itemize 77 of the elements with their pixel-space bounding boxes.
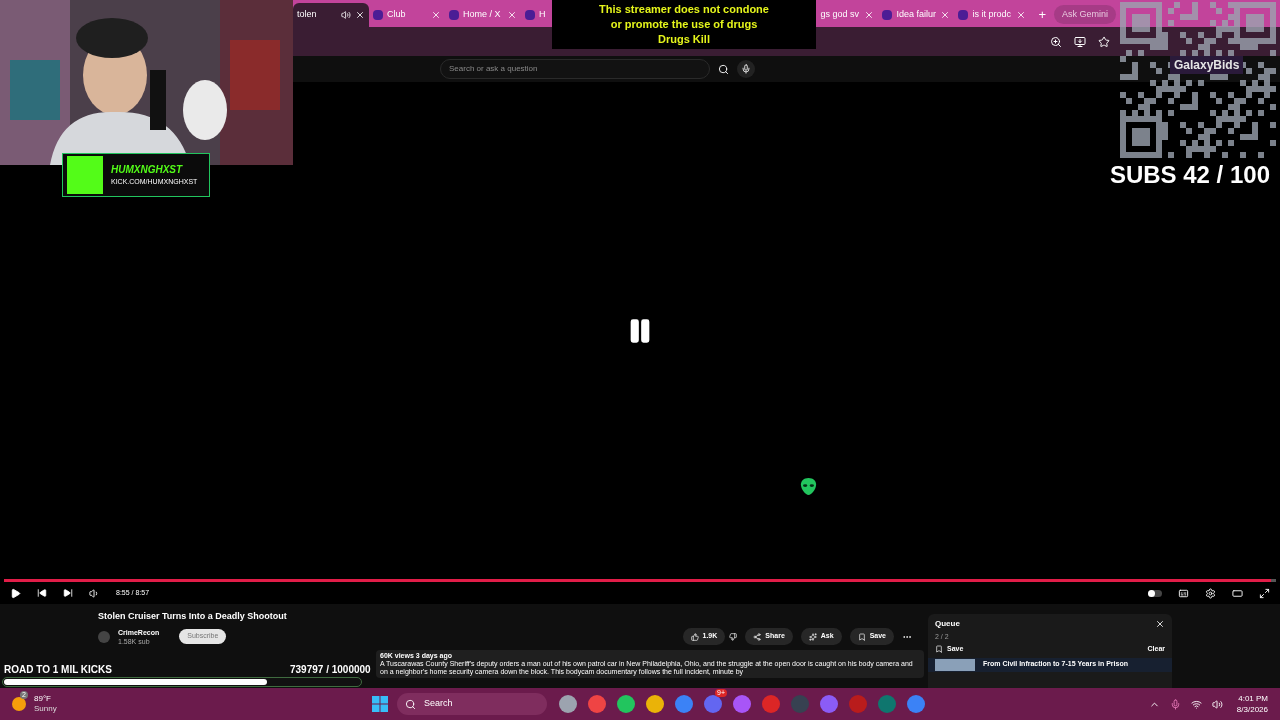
- alien-icon: [799, 477, 818, 496]
- sparkle-icon: [808, 632, 817, 641]
- goal-count: 739797 / 1000000: [290, 663, 371, 677]
- app-icon[interactable]: [646, 695, 664, 713]
- microphone-button[interactable]: [737, 60, 755, 78]
- tab-title: Club: [387, 8, 407, 22]
- close-icon[interactable]: [355, 10, 365, 20]
- theater-icon[interactable]: [1232, 587, 1243, 599]
- settings-icon[interactable]: [1205, 587, 1216, 599]
- fullscreen-icon[interactable]: [1259, 587, 1270, 599]
- search-field[interactable]: Search or ask a question: [440, 59, 710, 79]
- tab-title: Idea failur: [896, 8, 937, 22]
- browser-tab[interactable]: Idea failur: [878, 3, 955, 27]
- app-icon[interactable]: [617, 695, 635, 713]
- play-icon[interactable]: [10, 587, 21, 599]
- browser-tab[interactable]: Home / X: [445, 3, 521, 27]
- app-icon[interactable]: [675, 695, 693, 713]
- tab-title: is it prodc: [972, 8, 1012, 22]
- browser-tab[interactable]: tolen: [293, 3, 369, 27]
- site-icon: [882, 10, 893, 20]
- banner-line: or promote the use of drugs: [610, 17, 758, 32]
- site-icon: [525, 10, 535, 20]
- wifi-icon[interactable]: [1190, 698, 1202, 710]
- app-icon[interactable]: [704, 695, 722, 713]
- site-icon: [449, 10, 459, 20]
- queue-title: Queue: [935, 618, 960, 630]
- search-icon[interactable]: [718, 63, 729, 75]
- share-icon: [753, 632, 762, 641]
- previous-icon[interactable]: [37, 588, 47, 598]
- temperature: 89°F: [34, 694, 52, 704]
- browser-tab[interactable]: H: [521, 3, 550, 27]
- autoplay-toggle[interactable]: [1148, 589, 1162, 597]
- zoom-icon[interactable]: [1050, 35, 1062, 48]
- banner-line: Drugs Kill: [658, 32, 710, 47]
- clock-time: 4:01 PM: [1238, 693, 1268, 704]
- app-icon[interactable]: [559, 695, 577, 713]
- app-icon[interactable]: [588, 695, 606, 713]
- banner-line: This streamer does not condone: [599, 2, 769, 17]
- video-title: Stolen Cruiser Turns Into a Deadly Shootout: [98, 610, 288, 623]
- new-tab-button[interactable]: +: [1030, 3, 1054, 27]
- taskbar-search[interactable]: Search: [397, 693, 547, 715]
- captions-icon[interactable]: [1178, 587, 1189, 599]
- clock-date: 8/3/2026: [1236, 704, 1268, 715]
- streamer-name: HUMXNGHXST: [111, 163, 184, 178]
- install-icon[interactable]: [1074, 35, 1086, 48]
- site-icon: [958, 10, 969, 20]
- next-icon[interactable]: [63, 588, 73, 598]
- tab-title: tolen: [297, 8, 318, 22]
- microphone-icon: [741, 64, 751, 74]
- bookmark-icon: [857, 632, 866, 641]
- thumbs-up-icon: [690, 632, 699, 641]
- app-icon[interactable]: [907, 695, 925, 713]
- speaker-icon[interactable]: [341, 10, 351, 20]
- goal-label: ROAD TO 1 MIL KICKS: [4, 663, 112, 677]
- app-icon[interactable]: [820, 695, 838, 713]
- close-icon[interactable]: [1155, 619, 1165, 629]
- sponsor-name: GalaxyBids: [1170, 56, 1244, 74]
- tab-title: gs god sv: [820, 8, 860, 22]
- ask-gemini-button[interactable]: Ask Gemini: [1054, 4, 1116, 24]
- tab-title: Home / X: [463, 8, 502, 22]
- qr-code-icon: [1120, 2, 1276, 158]
- dislike-icon[interactable]: [729, 632, 738, 641]
- volume-icon[interactable]: [1211, 698, 1223, 710]
- search-icon: [405, 698, 416, 710]
- subs-goal: SUBS 42 / 100: [1109, 160, 1270, 190]
- site-icon: [373, 10, 383, 20]
- bookmark-icon: [935, 645, 943, 654]
- tab-title: H: [539, 8, 546, 22]
- weather-icon[interactable]: [12, 697, 26, 711]
- volume-icon[interactable]: [89, 587, 100, 599]
- weather-text: Sunny: [34, 704, 57, 714]
- browser-tab[interactable]: gs god sv: [816, 3, 879, 27]
- app-icon[interactable]: [733, 695, 751, 713]
- microphone-icon[interactable]: [1169, 698, 1181, 710]
- bookmark-star-icon[interactable]: [1098, 35, 1110, 48]
- browser-tab[interactable]: is it prodc: [954, 3, 1031, 27]
- browser-tab[interactable]: Club: [369, 3, 445, 27]
